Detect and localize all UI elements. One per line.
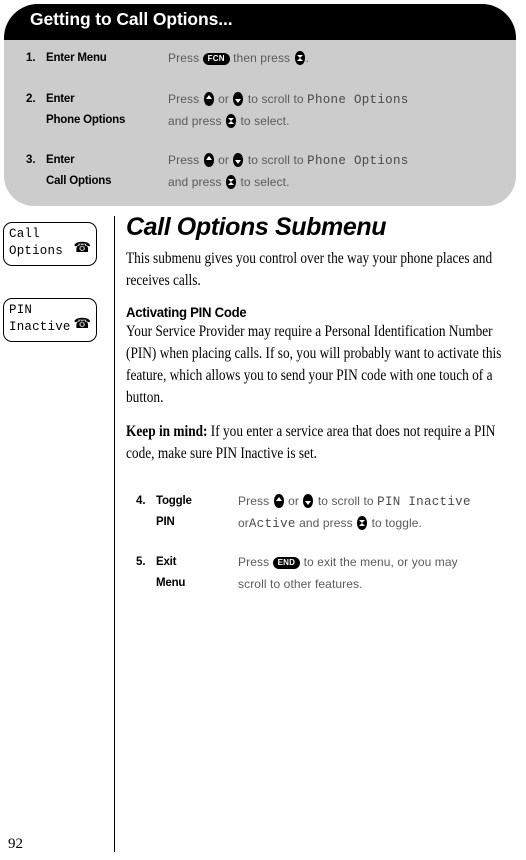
step-4-line2-mid: and press [299, 516, 353, 530]
step-4-label-line1: Toggle [156, 495, 192, 507]
step-4-line2-pre: or [238, 516, 249, 530]
step-5-instruction-line2: scroll to other features. [238, 577, 363, 591]
step-5-instruction-line1: Press END to exit the menu, or you may [238, 555, 458, 569]
scroll-down-key-icon[interactable] [303, 494, 314, 508]
end-key-badge[interactable]: END [272, 557, 301, 569]
page-number: 92 [8, 836, 23, 852]
lower-steps-block: 4. Toggle PIN Press or to scroll to PIN … [0, 0, 526, 860]
step-5-label-line2: Menu [156, 577, 186, 589]
scroll-up-key-icon[interactable] [273, 494, 284, 508]
step-5-post: to exit the menu, or you may [303, 555, 458, 569]
step-4-post: to scroll to [317, 494, 374, 508]
step-4-pre: Press [238, 494, 270, 508]
step-5-pre: Press [238, 555, 270, 569]
step-4-label-line2: PIN [156, 516, 175, 528]
step-4-instruction-line1: Press or to scroll to PIN Inactive [238, 494, 471, 509]
step-4-number: 4. [136, 495, 146, 507]
step-5-label-line1: Exit [156, 556, 177, 568]
select-key-icon[interactable] [357, 516, 368, 530]
step-4-mid: or [288, 494, 299, 508]
step-4-line2-post: to toggle. [371, 516, 422, 530]
step-4-instruction-line2: orActive and press to toggle. [238, 516, 422, 531]
step-4-lcd-alt: Active [248, 517, 296, 531]
step-5-number: 5. [136, 556, 146, 568]
step-4-lcd-target: PIN Inactive [377, 495, 471, 509]
